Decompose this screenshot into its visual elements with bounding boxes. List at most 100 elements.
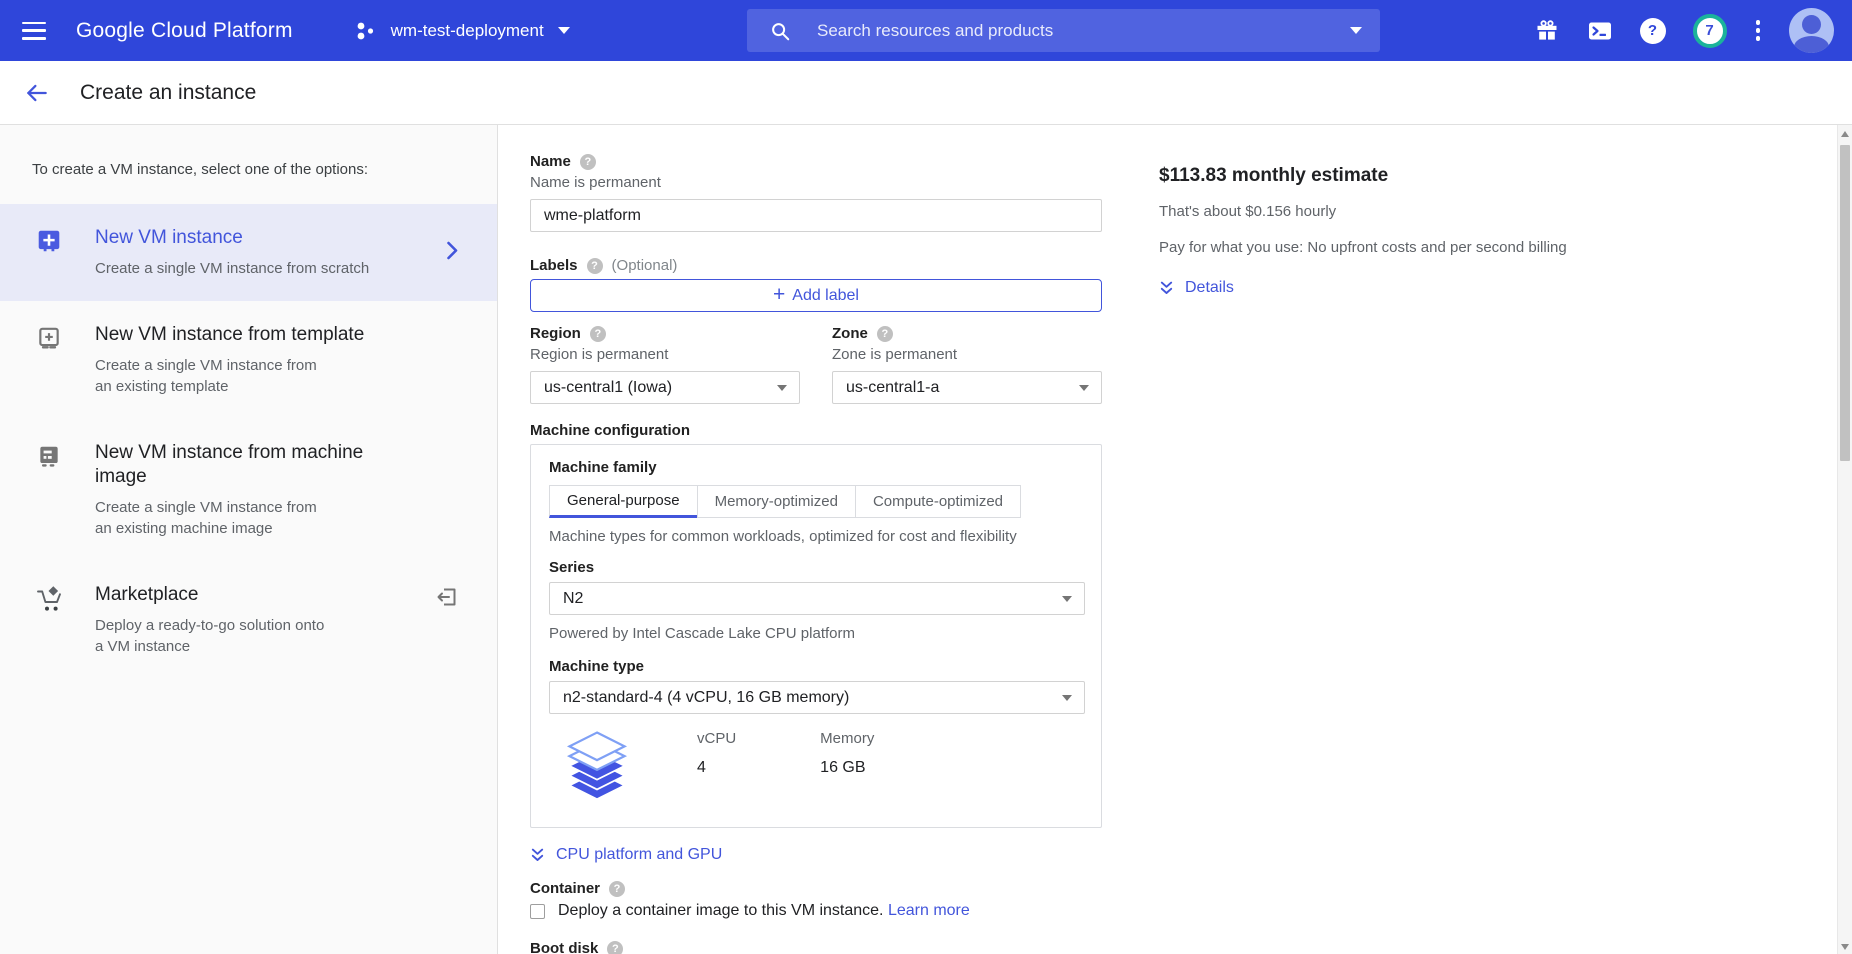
vm-template-icon (36, 325, 62, 351)
sidebar-intro-text: To create a VM instance, select one of t… (0, 125, 497, 178)
labels-help-icon[interactable]: ? (587, 258, 603, 274)
region-field: Region ? Region is permanent us-central1… (530, 325, 800, 404)
zone-hint: Zone is permanent (832, 345, 1102, 365)
name-label: Name (530, 153, 571, 171)
container-label: Container (530, 880, 600, 898)
product-logo: Google Cloud Platform (76, 19, 293, 43)
machine-type-select[interactable]: n2-standard-4 (4 vCPU, 16 GB memory) (549, 681, 1085, 714)
tab-compute-optimized[interactable]: Compute-optimized (855, 485, 1021, 518)
memory-stat: Memory 16 GB (820, 730, 874, 777)
option-title: New VM instance from machine image (95, 441, 385, 489)
option-title: Marketplace (95, 583, 324, 607)
search-dropdown-caret[interactable] (1350, 27, 1362, 34)
search-placeholder: Search resources and products (817, 21, 1336, 41)
machine-family-description: Machine types for common workloads, opti… (549, 527, 1083, 547)
labels-label: Labels (530, 257, 578, 275)
series-value: N2 (563, 590, 583, 608)
app-bar: Google Cloud Platform wm-test-deployment… (0, 0, 1852, 61)
region-select[interactable]: us-central1 (Iowa) (530, 371, 800, 404)
layers-icon (565, 730, 629, 813)
tab-general-purpose[interactable]: General-purpose (549, 485, 698, 518)
machine-family-label: Machine family (549, 459, 1083, 477)
machine-image-icon (36, 443, 62, 469)
labels-optional: (Optional) (612, 257, 678, 275)
labels-label-row: Labels ? (Optional) (530, 257, 1103, 275)
region-help-icon[interactable]: ? (590, 326, 606, 342)
region-label: Region (530, 325, 581, 343)
add-label-button[interactable]: + Add label (530, 279, 1102, 312)
overflow-menu-icon[interactable] (1754, 18, 1763, 43)
cost-estimate-panel: $113.83 monthly estimate That's about $0… (1103, 125, 1837, 954)
open-external-icon (435, 585, 459, 614)
option-title: New VM instance from template (95, 323, 364, 347)
machine-config-box: Machine family General-purpose Memory-op… (530, 444, 1102, 828)
project-name: wm-test-deployment (391, 21, 544, 41)
container-text: Deploy a container image to this VM inst… (558, 902, 970, 920)
region-value: us-central1 (Iowa) (544, 379, 672, 397)
search-icon (769, 20, 791, 42)
chevron-down-icon (558, 27, 570, 34)
option-subtitle: Create a single VM instance from scratch (95, 258, 369, 279)
estimate-hourly: That's about $0.156 hourly (1159, 201, 1807, 223)
expand-double-chevron-icon (530, 847, 545, 863)
sidebar-option-marketplace[interactable]: Marketplace Deploy a ready-to-go solutio… (0, 561, 497, 679)
vm-instance-icon (36, 228, 62, 254)
sidebar-option-vm-from-machine-image[interactable]: New VM instance from machine image Creat… (0, 419, 497, 561)
option-title: New VM instance (95, 226, 369, 250)
back-arrow-icon[interactable] (22, 78, 52, 108)
zone-label: Zone (832, 325, 868, 343)
help-icon[interactable]: ? (1640, 18, 1666, 44)
free-trial-gift-icon[interactable] (1534, 18, 1560, 44)
cpu-platform-gpu-link[interactable]: CPU platform and GPU (530, 846, 722, 864)
option-subtitle: Create a single VM instance from an exis… (95, 355, 364, 397)
machine-type-stats: vCPU 4 Memory 16 GB (549, 714, 1083, 827)
project-selector[interactable]: wm-test-deployment (355, 19, 570, 43)
instance-form: Name ? Name is permanent Labels ? (Optio… (498, 125, 1103, 954)
account-avatar[interactable] (1789, 8, 1834, 53)
page-header: Create an instance (0, 61, 1852, 125)
boot-disk-help-icon[interactable]: ? (607, 941, 623, 954)
option-subtitle: Create a single VM instance from an exis… (95, 497, 385, 539)
chevron-down-icon (1062, 596, 1072, 602)
chevron-down-icon (1062, 695, 1072, 701)
series-label: Series (549, 559, 1083, 576)
plus-icon: + (773, 284, 785, 305)
chevron-down-icon (777, 385, 787, 391)
series-hint: Powered by Intel Cascade Lake CPU platfo… (549, 625, 1083, 642)
boot-disk-label: Boot disk (530, 940, 598, 954)
notifications-badge[interactable]: 7 (1693, 14, 1727, 48)
zone-select[interactable]: us-central1-a (832, 371, 1102, 404)
container-checkbox[interactable] (530, 904, 545, 919)
name-label-row: Name ? (530, 153, 1103, 171)
scrollbar-thumb[interactable] (1840, 145, 1850, 461)
cloud-shell-icon[interactable] (1587, 18, 1613, 44)
name-hint: Name is permanent (530, 173, 1103, 193)
page-scrollbar[interactable] (1837, 125, 1852, 954)
estimate-title: $113.83 monthly estimate (1159, 165, 1807, 187)
marketplace-cart-icon (36, 585, 62, 611)
scrollbar-up-arrow[interactable] (1841, 131, 1849, 137)
estimate-billing-note: Pay for what you use: No upfront costs a… (1159, 237, 1807, 259)
scrollbar-down-arrow[interactable] (1841, 944, 1849, 950)
hamburger-menu-icon[interactable] (22, 22, 46, 40)
machine-family-tabs: General-purpose Memory-optimized Compute… (549, 485, 1083, 518)
sidebar-option-vm-from-template[interactable]: New VM instance from template Create a s… (0, 301, 497, 419)
learn-more-link[interactable]: Learn more (888, 902, 970, 919)
zone-help-icon[interactable]: ? (877, 326, 893, 342)
search-input[interactable]: Search resources and products (747, 9, 1380, 52)
create-options-sidebar: To create a VM instance, select one of t… (0, 125, 498, 954)
chevron-right-icon (446, 240, 459, 265)
container-label-row: Container ? (530, 880, 1103, 898)
tab-memory-optimized[interactable]: Memory-optimized (697, 485, 856, 518)
instance-name-input[interactable] (530, 199, 1102, 232)
name-help-icon[interactable]: ? (580, 154, 596, 170)
boot-disk-label-row: Boot disk ? (530, 940, 1103, 954)
page-title: Create an instance (80, 81, 256, 105)
sidebar-option-new-vm-instance[interactable]: New VM instance Create a single VM insta… (0, 204, 497, 301)
expand-double-chevron-icon (1159, 280, 1174, 296)
zone-value: us-central1-a (846, 379, 939, 397)
container-help-icon[interactable]: ? (609, 881, 625, 897)
estimate-details-link[interactable]: Details (1159, 279, 1234, 297)
machine-type-label: Machine type (549, 658, 1083, 675)
series-select[interactable]: N2 (549, 582, 1085, 615)
